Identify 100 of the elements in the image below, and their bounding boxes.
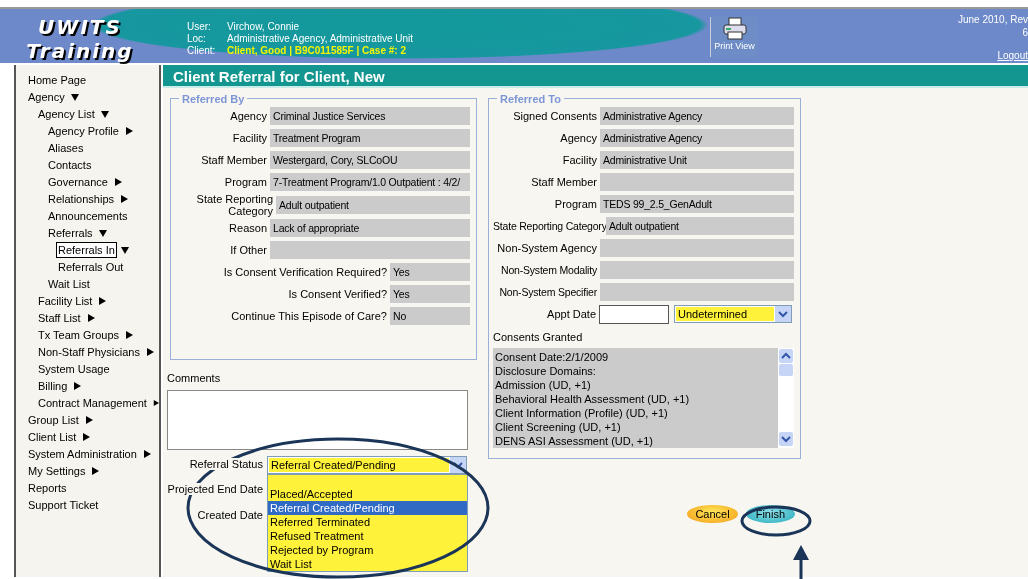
sidebar-item[interactable]: Contacts	[46, 156, 94, 173]
sidebar-item[interactable]: Referrals Out	[56, 258, 126, 275]
collapse-arrow-icon[interactable]	[124, 126, 133, 135]
field-label: Facility	[562, 154, 597, 166]
field-label: Reason	[229, 222, 267, 234]
dropdown-option[interactable]: Referral Created/Pending	[268, 500, 467, 515]
sidebar-item[interactable]: Reports	[26, 479, 69, 496]
collapse-arrow-icon[interactable]	[86, 313, 95, 322]
collapse-arrow-icon[interactable]	[82, 432, 91, 441]
sidebar-item[interactable]: Referrals In	[56, 241, 117, 258]
expand-arrow-icon[interactable]	[100, 109, 109, 118]
sidebar-item[interactable]: Contract Management	[36, 394, 149, 411]
field-label: Is Consent Verified?	[288, 288, 387, 300]
logo-text: Training	[26, 39, 134, 63]
field-label: Program	[554, 198, 597, 210]
info-label: User:	[187, 21, 212, 33]
collapse-arrow-icon[interactable]	[113, 177, 122, 186]
sidebar-item[interactable]: Aliases	[46, 139, 86, 156]
expand-arrow-icon[interactable]	[120, 245, 129, 254]
info-label: Loc:	[187, 33, 207, 45]
sidebar-item[interactable]: System Usage	[36, 360, 112, 377]
field-label: Facility	[232, 132, 267, 144]
annotation-ellipse	[740, 505, 812, 537]
readonly-field: Yes	[390, 263, 470, 281]
sidebar-item[interactable]: Support Ticket	[26, 496, 101, 513]
info-value: Virchow, Connie	[227, 21, 301, 33]
readonly-field: Administrative Agency	[600, 107, 794, 125]
list-item: Client Information (Profile) (UD, +1)	[495, 405, 669, 420]
dropdown-option[interactable]: Rejected by Program	[268, 542, 467, 557]
collapse-arrow-icon[interactable]	[73, 381, 82, 390]
consents-label: Consents Granted	[493, 331, 583, 343]
sidebar-item[interactable]: Tx Team Groups	[36, 326, 122, 343]
scrollbar[interactable]	[778, 347, 794, 448]
list-item: Disclosure Domains:	[495, 363, 597, 378]
field-label: Staff Member	[531, 176, 597, 188]
field-label: Program	[224, 176, 267, 188]
sidebar-item[interactable]: Client List	[26, 428, 79, 445]
list-item: Behavioral Health Assessment (UD, +1)	[495, 391, 691, 406]
readonly-field: Treatment Program	[270, 129, 470, 147]
sidebar-item[interactable]: Agency Profile	[46, 122, 121, 139]
readonly-field: Administrative Agency	[600, 129, 794, 147]
sidebar-item[interactable]: Billing	[36, 377, 70, 394]
appt-select[interactable]: Undetermined	[674, 305, 792, 323]
sidebar-item[interactable]: Wait List	[46, 275, 92, 292]
sidebar-item[interactable]: Agency List	[36, 105, 97, 122]
sidebar-item[interactable]: System Administration	[26, 445, 139, 462]
expand-arrow-icon[interactable]	[98, 228, 107, 237]
collapse-arrow-icon[interactable]	[142, 449, 151, 458]
sidebar-item[interactable]: Relationships	[46, 190, 117, 207]
annotation-arrow	[793, 545, 809, 579]
readonly-field: 7-Treatment Program/1.0 Outpatient : 4/2/	[270, 173, 470, 191]
field-label: Appt Date	[547, 308, 596, 320]
field-label: State Reporting Category	[195, 193, 273, 217]
sidebar-item[interactable]: Non-Staff Physicians	[36, 343, 142, 360]
field-label: Agency	[230, 110, 267, 122]
readonly-field: TEDS 99_2.5_GenAdult	[600, 195, 794, 213]
readonly-field: Criminal Justice Services	[270, 107, 470, 125]
field-label: Projected End Date	[167, 483, 263, 496]
dropdown-option[interactable]: Refused Treatment	[268, 528, 467, 543]
list-item: Admission (UD, +1)	[495, 377, 592, 392]
collapse-arrow-icon[interactable]	[98, 296, 107, 305]
version-text: June 2010, Rev	[957, 13, 1028, 26]
info-value: Client, Good | B9C011585F | Case #: 2	[227, 45, 407, 57]
readonly-field: Westergard, Cory, SLCoOU	[270, 151, 470, 169]
page-title: Client Referral for Client, New	[163, 65, 1028, 88]
list-item: Consent Date:2/1/2009	[495, 349, 610, 364]
collapse-arrow-icon[interactable]	[84, 415, 93, 424]
cancel-button[interactable]: Cancel	[687, 504, 738, 523]
sidebar-item[interactable]: Referrals	[46, 224, 95, 241]
expand-arrow-icon[interactable]	[70, 92, 79, 101]
sidebar-item[interactable]: My Settings	[26, 462, 88, 479]
sidebar-item[interactable]: Agency	[26, 88, 67, 105]
field-label: Created Date	[197, 509, 263, 522]
field-label: Referral Status	[189, 458, 263, 471]
readonly-field: Yes	[390, 285, 470, 303]
readonly-field: Adult outpatient	[606, 217, 794, 235]
dropdown-option[interactable]: Placed/Accepted	[268, 486, 467, 501]
dropdown-option[interactable]: Referred Terminated	[268, 514, 467, 529]
collapse-arrow-icon[interactable]	[152, 398, 159, 407]
collapse-arrow-icon[interactable]	[91, 466, 100, 475]
list-item: Client Screening (UD, +1)	[495, 419, 622, 434]
list-item: DENS ASI Assessment (UD, +1)	[495, 433, 655, 448]
readonly-field: Administrative Unit	[600, 151, 794, 169]
field-label: Signed Consents	[513, 110, 597, 122]
collapse-arrow-icon[interactable]	[145, 347, 154, 356]
dropdown-option[interactable]: Wait List	[268, 556, 467, 571]
collapse-arrow-icon[interactable]	[125, 330, 134, 339]
readonly-field: Lack of appropriate	[270, 219, 470, 237]
chevron-icon	[775, 306, 791, 322]
sidebar-item[interactable]: Announcements	[46, 207, 130, 224]
sidebar-item[interactable]: Group List	[26, 411, 81, 428]
sidebar-item[interactable]: Home Page	[26, 71, 89, 88]
field-label: If Other	[230, 244, 267, 256]
comments-field[interactable]	[167, 389, 468, 450]
sidebar-item[interactable]: Governance	[46, 173, 110, 190]
sidebar-item[interactable]: Staff List	[36, 309, 83, 326]
info-value: Administrative Agency, Administrative Unit	[227, 33, 413, 45]
sidebar-item[interactable]: Facility List	[36, 292, 95, 309]
date-field[interactable]	[599, 304, 669, 324]
collapse-arrow-icon[interactable]	[120, 194, 129, 203]
